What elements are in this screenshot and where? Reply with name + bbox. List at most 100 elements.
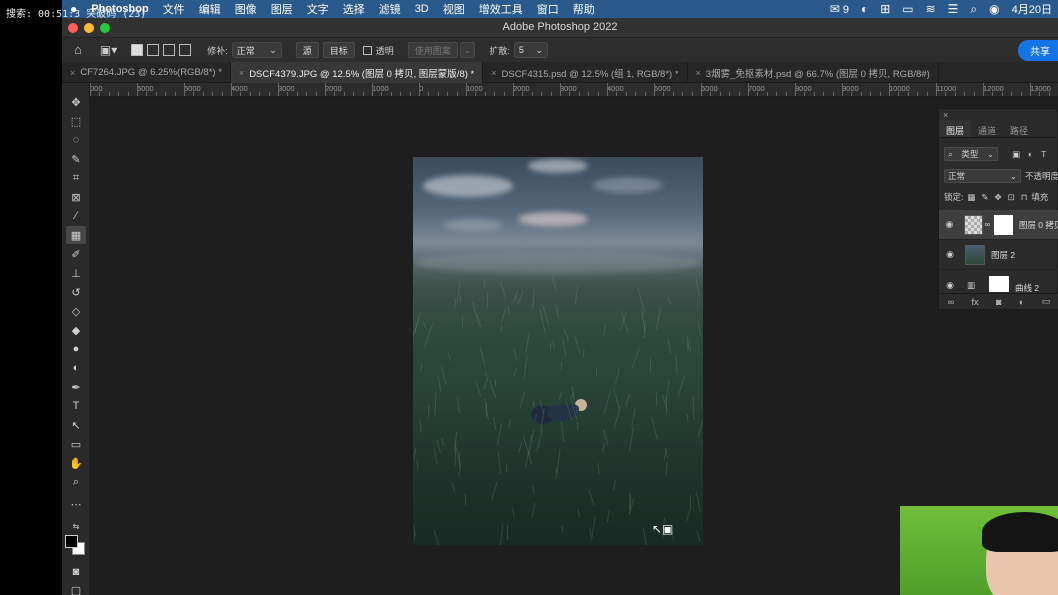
tab-channels[interactable]: 通道 (971, 120, 1003, 137)
close-panel-icon[interactable]: × (943, 110, 948, 120)
menu-type[interactable]: 文字 (307, 1, 329, 17)
mask-link-icon[interactable]: ∞ (985, 220, 991, 229)
new-selection-icon[interactable] (131, 44, 144, 56)
close-tab-icon[interactable]: × (491, 68, 496, 78)
menu-help[interactable]: 帮助 (573, 1, 595, 17)
type-tool-icon[interactable]: T (66, 397, 86, 415)
eyedropper-tool-icon[interactable]: ⁄ (66, 207, 86, 225)
stamp-tool-icon[interactable]: ⊥ (66, 264, 86, 282)
eraser-tool-icon[interactable]: ◇ (66, 302, 86, 320)
menu-view[interactable]: 视图 (443, 1, 465, 17)
tab-smoke-material[interactable]: × 3烟雾_免抠素材.psd @ 66.7% (图层 0 拷贝, RGB/8#) (688, 62, 939, 83)
move-tool-icon[interactable]: ✥ (66, 93, 86, 111)
layer-row[interactable]: ◉ 图层 2 (939, 240, 1058, 270)
menubar-date[interactable]: 4月20日 (1012, 1, 1052, 17)
foreground-color-swatch[interactable] (65, 535, 78, 548)
link-layers-icon[interactable]: ∞ (948, 297, 954, 307)
spotlight-icon[interactable]: ⌕ (970, 0, 977, 18)
pattern-picker[interactable]: ⌄ (459, 42, 476, 58)
battery-icon[interactable]: ▭ (902, 0, 913, 18)
patch-tool-icon[interactable]: ▦ (66, 226, 86, 244)
frame-tool-icon[interactable]: ⊠ (66, 188, 86, 206)
rectangle-tool-icon[interactable]: ▭ (66, 435, 86, 453)
lock-position-icon[interactable]: ✥ (995, 192, 1002, 203)
close-tab-icon[interactable]: × (70, 68, 75, 78)
quick-mask-icon[interactable]: ◙ (66, 563, 86, 581)
share-button[interactable]: 共享 (1018, 40, 1058, 61)
new-adjustment-icon[interactable]: ◐ (1019, 297, 1024, 307)
marquee-tool-icon[interactable]: ⬚ (66, 112, 86, 130)
brush-tool-icon[interactable]: ✐ (66, 245, 86, 263)
patch-mode-select[interactable]: 正常 ⌄ (231, 42, 282, 58)
blur-tool-icon[interactable]: ● (66, 340, 86, 358)
visibility-eye-icon[interactable]: ◉ (943, 280, 957, 291)
image-filter-icon[interactable]: ▣ (1012, 149, 1020, 160)
home-icon[interactable]: ⌂ (74, 41, 82, 59)
use-pattern-button[interactable]: 使用图案 (407, 42, 458, 58)
menu-layer[interactable]: 图层 (271, 1, 293, 17)
type-filter-icon[interactable]: T (1041, 149, 1046, 159)
tab-paths[interactable]: 路径 (1003, 120, 1035, 137)
input-method-icon[interactable]: ⊞ (880, 0, 890, 18)
vpn-icon[interactable]: ◐ (861, 0, 868, 18)
path-selection-tool-icon[interactable]: ↖ (66, 416, 86, 434)
new-group-icon[interactable]: ▭ (1042, 296, 1051, 307)
history-brush-tool-icon[interactable]: ↺ (66, 283, 86, 301)
menu-select[interactable]: 选择 (343, 1, 365, 17)
transparent-checkbox[interactable] (362, 45, 372, 55)
layer-mask-thumbnail[interactable] (989, 276, 1010, 292)
add-selection-icon[interactable] (147, 44, 160, 56)
layer-row[interactable]: ◉ ▥ 曲线 2 (939, 270, 1058, 294)
wechat-status[interactable]: ✉ 9 (830, 0, 849, 18)
subtract-selection-icon[interactable] (163, 44, 176, 56)
siri-icon[interactable]: ◉ (989, 0, 999, 18)
menu-edit[interactable]: 编辑 (199, 1, 221, 17)
diffusion-select[interactable]: 5 ⌄ (513, 42, 548, 58)
screen-mode-icon[interactable]: ▢ (66, 581, 86, 595)
grass-blade (413, 450, 416, 462)
menu-window[interactable]: 窗口 (537, 1, 559, 17)
quick-selection-tool-icon[interactable]: ✎ (66, 150, 86, 168)
tool-preset-icon[interactable]: ▣▾ (100, 41, 117, 59)
tab-dscf4315[interactable]: × DSCF4315.psd @ 12.5% (组 1, RGB/8*) * (483, 62, 688, 83)
lock-artboard-icon[interactable]: ⊡ (1008, 192, 1015, 203)
menu-plugins[interactable]: 增效工具 (479, 1, 523, 17)
layer-filter-select[interactable]: ⌕ 类型 ⌄ (944, 147, 998, 161)
tab-cf7264[interactable]: × CF7264.JPG @ 6.25%(RGB/8*) * (62, 62, 231, 83)
swap-colors-icon[interactable]: ⇆ (66, 517, 86, 535)
menu-3d[interactable]: 3D (415, 3, 429, 15)
blend-mode-select[interactable]: 正常 ⌄ (944, 169, 1021, 183)
target-button[interactable]: 目标 (322, 42, 355, 58)
ruler-tick (682, 92, 684, 96)
pen-tool-icon[interactable]: ✒ (66, 378, 86, 396)
tab-dscf4379[interactable]: × DSCF4379.JPG @ 12.5% (图层 0 拷贝, 图层蒙版/8) … (230, 62, 484, 83)
lock-transparency-icon[interactable]: ▦ (967, 192, 975, 203)
close-tab-icon[interactable]: × (239, 68, 244, 78)
intersect-selection-icon[interactable] (179, 44, 192, 56)
layer-row[interactable]: ◉ ∞ 图层 0 拷贝 (939, 210, 1058, 240)
zoom-tool-icon[interactable]: ⌕ (66, 473, 86, 491)
tab-layers[interactable]: 图层 (939, 120, 972, 137)
dodge-tool-icon[interactable]: ◐ (66, 359, 86, 377)
lasso-tool-icon[interactable]: ◌ (66, 131, 86, 149)
adjustment-filter-icon[interactable]: ◐ (1028, 149, 1033, 159)
visibility-eye-icon[interactable]: ◉ (943, 219, 956, 230)
control-center-icon[interactable]: ☰ (948, 0, 959, 18)
menu-image[interactable]: 图像 (235, 1, 257, 17)
add-mask-icon[interactable]: ◙ (996, 297, 1001, 307)
lock-all-icon[interactable]: ⊓ (1021, 192, 1028, 203)
close-tab-icon[interactable]: × (696, 68, 701, 78)
more-tools-icon[interactable]: ⋯ (66, 495, 86, 513)
layer-mask-thumbnail[interactable] (994, 214, 1013, 235)
source-button[interactable]: 源 (295, 42, 319, 58)
visibility-eye-icon[interactable]: ◉ (943, 249, 957, 260)
wifi-icon[interactable]: ≋ (926, 0, 936, 18)
document-image[interactable] (413, 157, 703, 545)
fx-button[interactable]: fx (972, 297, 979, 307)
menu-filter[interactable]: 滤镜 (379, 1, 401, 17)
hand-tool-icon[interactable]: ✋ (66, 454, 86, 472)
crop-tool-icon[interactable]: ⌗ (66, 169, 86, 187)
menu-file[interactable]: 文件 (163, 1, 185, 17)
paint-bucket-tool-icon[interactable]: ◆ (66, 321, 86, 339)
lock-pixels-icon[interactable]: ✎ (981, 192, 988, 203)
